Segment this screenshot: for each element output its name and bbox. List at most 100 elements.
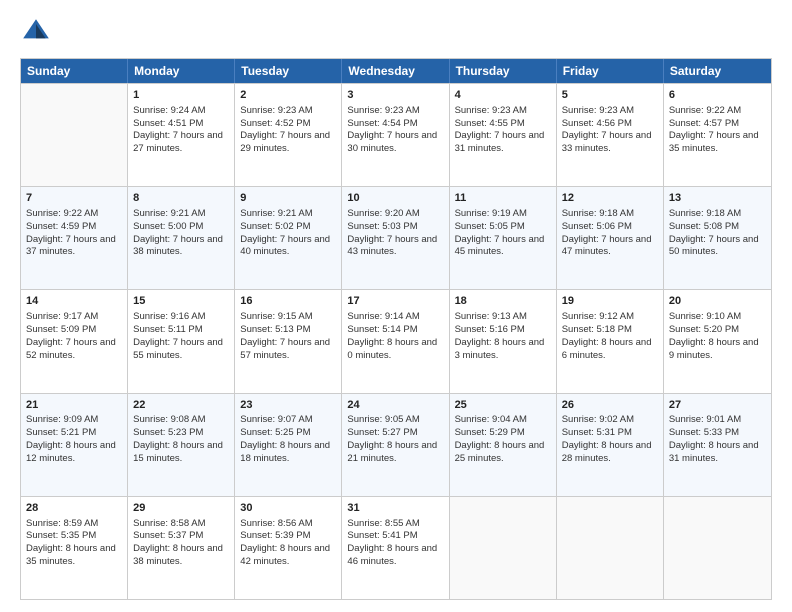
calendar-cell: 5 Sunrise: 9:23 AM Sunset: 4:56 PMDaylight… [557,84,664,186]
daylight: Daylight: 8 hours and 21 minutes. [347,440,437,464]
sunset: Sunset: 5:08 PM [669,221,739,232]
sunrise: Sunrise: 9:02 AM [562,414,634,425]
sunrise: Sunrise: 9:21 AM [240,208,312,219]
sunrise: Sunrise: 9:23 AM [562,105,634,116]
sunset: Sunset: 4:59 PM [26,221,96,232]
sunset: Sunset: 5:39 PM [240,530,310,541]
sunrise: Sunrise: 9:23 AM [347,105,419,116]
sunset: Sunset: 4:56 PM [562,118,632,129]
daylight: Daylight: 7 hours and 27 minutes. [133,130,223,154]
day-number: 16 [240,294,336,309]
sunrise: Sunrise: 9:12 AM [562,311,634,322]
day-number: 29 [133,501,229,516]
day-number: 20 [669,294,766,309]
sunset: Sunset: 5:35 PM [26,530,96,541]
calendar-cell [21,84,128,186]
calendar-cell: 13Sunrise: 9:18 AMSunset: 5:08 PMDayligh… [664,187,771,289]
day-number: 4 [455,88,551,103]
sunset: Sunset: 4:51 PM [133,118,203,129]
sunset: Sunset: 5:14 PM [347,324,417,335]
sunset: Sunset: 5:20 PM [669,324,739,335]
sunrise: Sunrise: 9:05 AM [347,414,419,425]
sunrise: Sunrise: 8:58 AM [133,518,205,529]
daylight: Daylight: 8 hours and 12 minutes. [26,440,116,464]
calendar-cell: 15Sunrise: 9:16 AMSunset: 5:11 PMDayligh… [128,290,235,392]
daylight: Daylight: 7 hours and 29 minutes. [240,130,330,154]
calendar-cell: 2Sunrise: 9:23 AMSunset: 4:52 PMDaylight… [235,84,342,186]
daylight: Daylight: 7 hours and 52 minutes. [26,337,116,361]
day-number: 5 [562,88,658,103]
daylight: Daylight: 7 hours and 57 minutes. [240,337,330,361]
daylight: Daylight: 8 hours and 31 minutes. [669,440,759,464]
calendar-cell: 21Sunrise: 9:09 AMSunset: 5:21 PMDayligh… [21,394,128,496]
sunrise: Sunrise: 9:08 AM [133,414,205,425]
day-number: 17 [347,294,443,309]
day-number: 11 [455,191,551,206]
header [20,16,772,48]
calendar-cell: 28Sunrise: 8:59 AMSunset: 5:35 PMDayligh… [21,497,128,599]
daylight: Daylight: 7 hours and 55 minutes. [133,337,223,361]
day-number: 8 [133,191,229,206]
sunset: Sunset: 5:25 PM [240,427,310,438]
daylight: Daylight: 8 hours and 15 minutes. [133,440,223,464]
calendar-cell: 9Sunrise: 9:21 AMSunset: 5:02 PMDaylight… [235,187,342,289]
logo [20,16,58,48]
sunrise: Sunrise: 9:23 AM [240,105,312,116]
daylight: Daylight: 8 hours and 28 minutes. [562,440,652,464]
weekday-header: Thursday [450,59,557,83]
sunrise: Sunrise: 9:15 AM [240,311,312,322]
calendar-row: 1Sunrise: 9:24 AMSunset: 4:51 PMDaylight… [21,83,771,186]
daylight: Daylight: 7 hours and 38 minutes. [133,234,223,258]
sunset: Sunset: 5:41 PM [347,530,417,541]
calendar-row: 21Sunrise: 9:09 AMSunset: 5:21 PMDayligh… [21,393,771,496]
daylight: Daylight: 7 hours and 31 minutes. [455,130,545,154]
calendar-cell: 27Sunrise: 9:01 AMSunset: 5:33 PMDayligh… [664,394,771,496]
sunset: Sunset: 5:18 PM [562,324,632,335]
calendar-body: 1Sunrise: 9:24 AMSunset: 4:51 PMDaylight… [21,83,771,599]
weekday-header: Wednesday [342,59,449,83]
daylight: Daylight: 8 hours and 42 minutes. [240,543,330,567]
sunset: Sunset: 5:16 PM [455,324,525,335]
calendar-cell: 11Sunrise: 9:19 AMSunset: 5:05 PMDayligh… [450,187,557,289]
sunrise: Sunrise: 9:22 AM [26,208,98,219]
sunset: Sunset: 5:09 PM [26,324,96,335]
daylight: Daylight: 7 hours and 37 minutes. [26,234,116,258]
sunset: Sunset: 5:05 PM [455,221,525,232]
day-number: 22 [133,398,229,413]
sunset: Sunset: 5:31 PM [562,427,632,438]
sunset: Sunset: 5:27 PM [347,427,417,438]
daylight: Daylight: 8 hours and 38 minutes. [133,543,223,567]
day-number: 23 [240,398,336,413]
sunrise: Sunrise: 9:17 AM [26,311,98,322]
calendar-cell: 7Sunrise: 9:22 AMSunset: 4:59 PMDaylight… [21,187,128,289]
sunrise: Sunrise: 9:18 AM [562,208,634,219]
sunset: Sunset: 5:00 PM [133,221,203,232]
day-number: 31 [347,501,443,516]
sunrise: Sunrise: 9:19 AM [455,208,527,219]
sunrise: Sunrise: 8:55 AM [347,518,419,529]
sunset: Sunset: 5:06 PM [562,221,632,232]
day-number: 26 [562,398,658,413]
sunset: Sunset: 5:29 PM [455,427,525,438]
daylight: Daylight: 7 hours and 47 minutes. [562,234,652,258]
calendar-cell: 31Sunrise: 8:55 AMSunset: 5:41 PMDayligh… [342,497,449,599]
calendar-cell: 14Sunrise: 9:17 AMSunset: 5:09 PMDayligh… [21,290,128,392]
calendar-cell [450,497,557,599]
sunrise: Sunrise: 9:23 AM [455,105,527,116]
sunset: Sunset: 5:21 PM [26,427,96,438]
sunrise: Sunrise: 9:16 AM [133,311,205,322]
calendar-cell: 29Sunrise: 8:58 AMSunset: 5:37 PMDayligh… [128,497,235,599]
sunset: Sunset: 4:55 PM [455,118,525,129]
day-number: 13 [669,191,766,206]
weekday-header: Sunday [21,59,128,83]
sunset: Sunset: 5:03 PM [347,221,417,232]
day-number: 30 [240,501,336,516]
daylight: Daylight: 7 hours and 33 minutes. [562,130,652,154]
daylight: Daylight: 8 hours and 35 minutes. [26,543,116,567]
calendar-cell: 10Sunrise: 9:20 AMSunset: 5:03 PMDayligh… [342,187,449,289]
calendar-cell: 23Sunrise: 9:07 AMSunset: 5:25 PMDayligh… [235,394,342,496]
weekday-header: Saturday [664,59,771,83]
calendar-row: 14Sunrise: 9:17 AMSunset: 5:09 PMDayligh… [21,289,771,392]
day-number: 1 [133,88,229,103]
day-number: 18 [455,294,551,309]
